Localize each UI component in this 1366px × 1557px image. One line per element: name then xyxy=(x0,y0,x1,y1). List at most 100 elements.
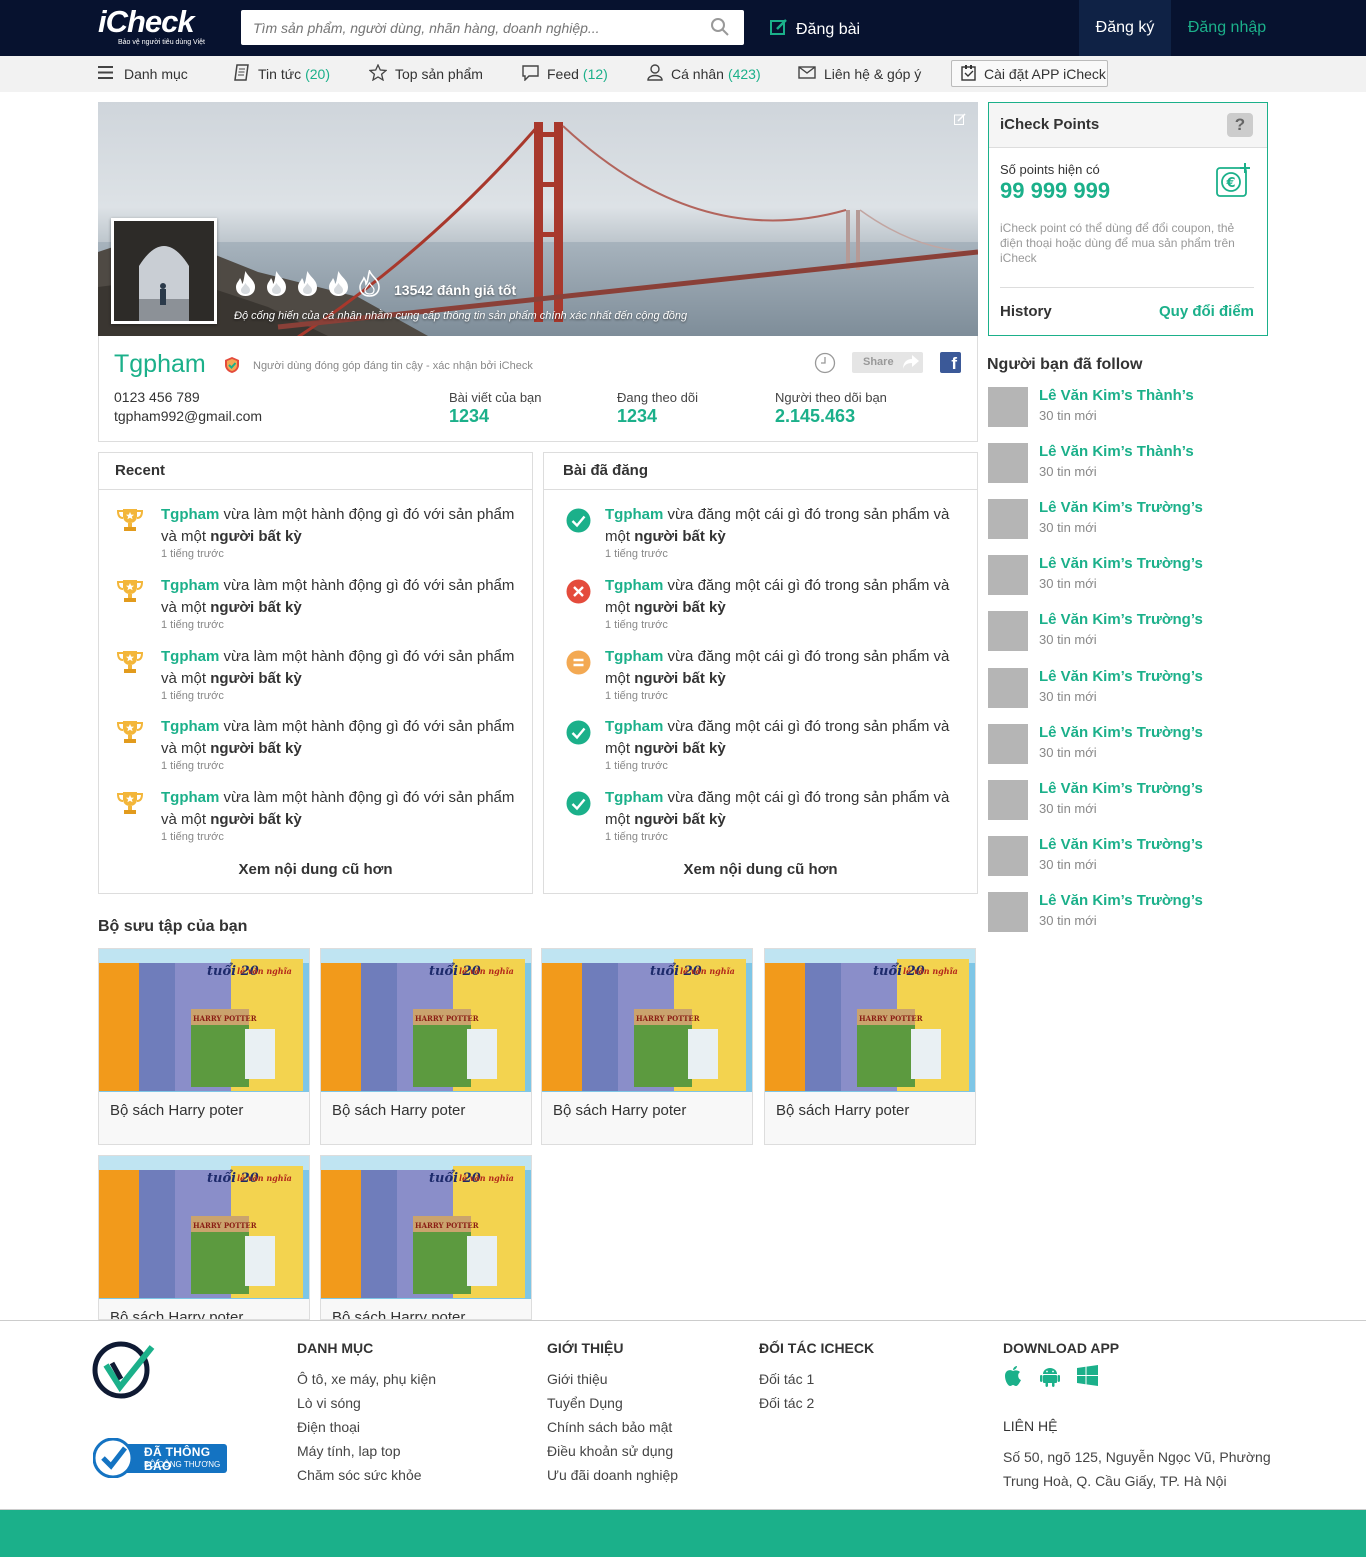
clock-icon[interactable] xyxy=(814,352,836,379)
following-item[interactable]: Lê Văn Kim’s Trường’s 30 tin mới xyxy=(988,836,1268,878)
activity-user-link[interactable]: Tgpham xyxy=(605,506,663,523)
following-name[interactable]: Lê Văn Kim’s Thành’s xyxy=(1039,387,1194,404)
collection-card[interactable]: tuổi 20 HARRY POTTER lê văn nghĩa Bộ sách H… xyxy=(541,948,753,1145)
footer-link[interactable]: Lò vi sóng xyxy=(297,1391,436,1415)
following-name[interactable]: Lê Văn Kim’s Trường’s xyxy=(1039,668,1203,685)
add-points-icon[interactable]: € xyxy=(1216,162,1252,203)
login-button[interactable]: Đăng nhập xyxy=(1171,0,1283,56)
following-name[interactable]: Lê Văn Kim’s Trường’s xyxy=(1039,499,1203,516)
activity-target-link[interactable]: người bất kỳ xyxy=(210,670,302,687)
nav-news[interactable]: Tin tức (20) xyxy=(234,56,330,92)
following-item[interactable]: Lê Văn Kim’s Trường’s 30 tin mới xyxy=(988,611,1268,653)
share-button[interactable]: Share xyxy=(852,352,923,373)
activity-user-link[interactable]: Tgpham xyxy=(605,718,663,735)
following-item[interactable]: Lê Văn Kim’s Trường’s 30 tin mới xyxy=(988,892,1268,934)
activity-target-link[interactable]: người bất kỳ xyxy=(634,599,726,616)
recent-more-link[interactable]: Xem nội dung cũ hơn xyxy=(99,861,532,878)
activity-user-link[interactable]: Tgpham xyxy=(605,577,663,594)
stat-followers-value[interactable]: 2.145.463 xyxy=(775,406,855,427)
posted-more-link[interactable]: Xem nội dung cũ hơn xyxy=(544,861,977,878)
help-icon[interactable]: ? xyxy=(1227,113,1253,137)
following-avatar[interactable] xyxy=(988,443,1028,483)
following-avatar[interactable] xyxy=(988,668,1028,708)
following-name[interactable]: Lê Văn Kim’s Thành’s xyxy=(1039,443,1194,460)
search-icon[interactable] xyxy=(710,17,730,42)
following-avatar[interactable] xyxy=(988,611,1028,651)
points-history-link[interactable]: History xyxy=(1000,303,1052,320)
apple-icon[interactable] xyxy=(1003,1365,1023,1392)
nav-feed[interactable]: Feed (12) xyxy=(522,56,608,92)
following-name[interactable]: Lê Văn Kim’s Trường’s xyxy=(1039,836,1203,853)
activity-target-link[interactable]: người bất kỳ xyxy=(634,528,726,545)
footer-link[interactable]: Máy tính, lap top xyxy=(297,1439,436,1463)
following-name[interactable]: Lê Văn Kim’s Trường’s xyxy=(1039,611,1203,628)
nav-menu[interactable]: Danh mục xyxy=(98,56,188,92)
install-app-button[interactable]: Cài đặt APP iCheck xyxy=(951,60,1108,87)
following-item[interactable]: Lê Văn Kim’s Trường’s 30 tin mới xyxy=(988,668,1268,710)
footer-link[interactable]: Điện thoại xyxy=(297,1415,436,1439)
post-button[interactable]: Đăng bài xyxy=(770,18,860,41)
activity-target-link[interactable]: người bất kỳ xyxy=(634,740,726,757)
icheck-logo[interactable]: iCheck Bảo vệ người tiêu dùng Việt xyxy=(98,6,218,50)
activity-target-link[interactable]: người bất kỳ xyxy=(210,599,302,616)
following-avatar[interactable] xyxy=(988,780,1028,820)
collection-card[interactable]: tuổi 20 HARRY POTTER lê văn nghĩa Bộ sách H… xyxy=(98,1155,310,1320)
activity-target-link[interactable]: người bất kỳ xyxy=(634,670,726,687)
following-item[interactable]: Lê Văn Kim’s Trường’s 30 tin mới xyxy=(988,555,1268,597)
collection-card[interactable]: tuổi 20 HARRY POTTER lê văn nghĩa Bộ sách H… xyxy=(320,948,532,1145)
activity-user-link[interactable]: Tgpham xyxy=(161,648,219,665)
following-item[interactable]: Lê Văn Kim’s Thành’s 30 tin mới xyxy=(988,387,1268,429)
following-avatar[interactable] xyxy=(988,387,1028,427)
following-item[interactable]: Lê Văn Kim’s Trường’s 30 tin mới xyxy=(988,499,1268,541)
icheck-footer-logo-icon[interactable] xyxy=(92,1341,156,1404)
stat-following-value[interactable]: 1234 xyxy=(617,406,657,427)
following-avatar[interactable] xyxy=(988,892,1028,932)
activity-user-link[interactable]: Tgpham xyxy=(161,577,219,594)
register-button[interactable]: Đăng ký xyxy=(1079,0,1171,56)
nav-contact[interactable]: Liên hệ & góp ý xyxy=(798,56,921,92)
activity-user-link[interactable]: Tgpham xyxy=(605,789,663,806)
footer-link[interactable]: Tuyển Dụng xyxy=(547,1391,678,1415)
footer-link[interactable]: Đối tác 1 xyxy=(759,1367,874,1391)
activity-target-link[interactable]: người bất kỳ xyxy=(210,740,302,757)
collection-card[interactable]: tuổi 20 HARRY POTTER lê văn nghĩa Bộ sách H… xyxy=(320,1155,532,1320)
following-item[interactable]: Lê Văn Kim’s Trường’s 30 tin mới xyxy=(988,780,1268,822)
following-avatar[interactable] xyxy=(988,724,1028,764)
activity-target-link[interactable]: người bất kỳ xyxy=(634,811,726,828)
footer-link[interactable]: Chăm sóc sức khỏe xyxy=(297,1463,436,1487)
activity-target-link[interactable]: người bất kỳ xyxy=(210,811,302,828)
footer-link[interactable]: Giới thiệu xyxy=(547,1367,678,1391)
activity-user-link[interactable]: Tgpham xyxy=(161,506,219,523)
following-item[interactable]: Lê Văn Kim’s Thành’s 30 tin mới xyxy=(988,443,1268,485)
activity-user-link[interactable]: Tgpham xyxy=(161,789,219,806)
following-name[interactable]: Lê Văn Kim’s Trường’s xyxy=(1039,892,1203,909)
following-avatar[interactable] xyxy=(988,555,1028,595)
following-item[interactable]: Lê Văn Kim’s Trường’s 30 tin mới xyxy=(988,724,1268,766)
collection-card[interactable]: tuổi 20 HARRY POTTER lê văn nghĩa Bộ sách H… xyxy=(98,948,310,1145)
following-avatar[interactable] xyxy=(988,836,1028,876)
footer-link[interactable]: Chính sách bảo mật xyxy=(547,1415,678,1439)
following-name[interactable]: Lê Văn Kim’s Trường’s xyxy=(1039,724,1203,741)
activity-user-link[interactable]: Tgpham xyxy=(605,648,663,665)
stat-posts-value[interactable]: 1234 xyxy=(449,406,489,427)
nav-personal[interactable]: Cá nhân (423) xyxy=(647,56,761,92)
footer-link[interactable]: Đối tác 2 xyxy=(759,1391,874,1415)
search-input[interactable] xyxy=(241,10,681,45)
footer-link[interactable]: Ô tô, xe máy, phụ kiện xyxy=(297,1367,436,1391)
windows-icon[interactable] xyxy=(1077,1365,1098,1392)
nav-top-products[interactable]: Top sản phẩm xyxy=(368,56,483,92)
activity-user-link[interactable]: Tgpham xyxy=(161,718,219,735)
points-redeem-link[interactable]: Quy đổi điểm xyxy=(1159,303,1254,320)
android-icon[interactable] xyxy=(1040,1365,1060,1392)
footer-link[interactable]: Ưu đãi doanh nghiệp xyxy=(547,1463,678,1487)
ministry-badge[interactable]: ĐÃ THÔNG BÁO BỘ CÔNG THƯƠNG xyxy=(92,1437,227,1479)
collection-card[interactable]: tuổi 20 HARRY POTTER lê văn nghĩa Bộ sách H… xyxy=(764,948,976,1145)
profile-avatar[interactable] xyxy=(111,218,217,324)
edit-cover-icon[interactable] xyxy=(954,112,966,130)
footer-link[interactable]: Điều khoản sử dụng xyxy=(547,1439,678,1463)
following-avatar[interactable] xyxy=(988,499,1028,539)
following-name[interactable]: Lê Văn Kim’s Trường’s xyxy=(1039,555,1203,572)
facebook-icon[interactable]: f xyxy=(940,352,961,373)
activity-target-link[interactable]: người bất kỳ xyxy=(210,528,302,545)
following-name[interactable]: Lê Văn Kim’s Trường’s xyxy=(1039,780,1203,797)
